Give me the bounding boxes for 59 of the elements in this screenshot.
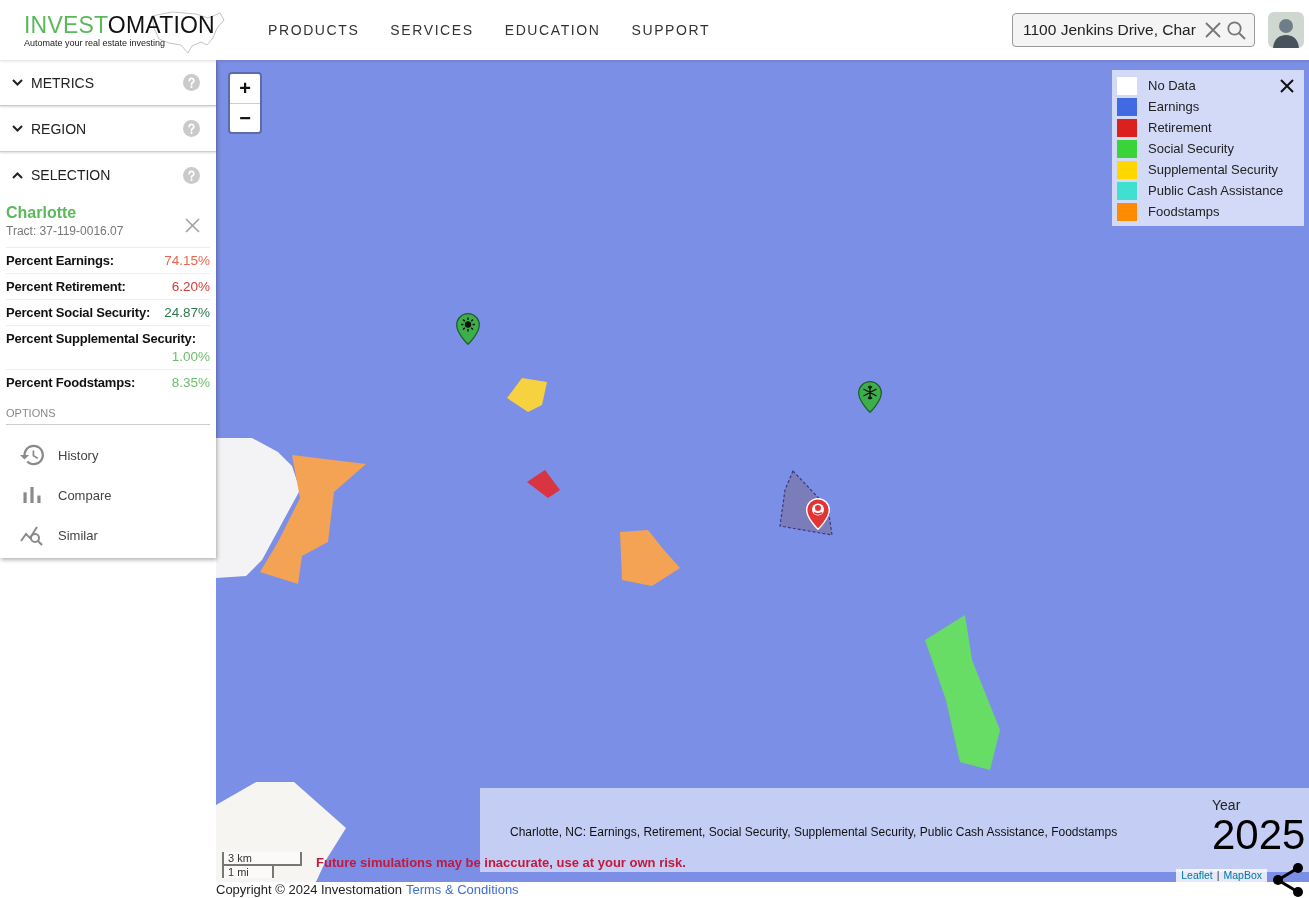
tract-area (527, 470, 560, 498)
logo-tagline: Automate your real estate investing (24, 37, 166, 49)
legend-label: Social Security (1148, 141, 1234, 156)
options-heading: OPTIONS (6, 407, 210, 425)
attribution-link[interactable]: MapBox (1223, 869, 1262, 882)
metric-value: 6.20% (171, 278, 210, 296)
copyright-text: Copyright © 2024 Investomation (216, 882, 402, 898)
metric-label: Percent Foodstamps: (6, 374, 136, 392)
accordion-header[interactable]: METRICS (0, 60, 216, 106)
metric-value: 8.35% (171, 374, 210, 392)
metric-value: 74.15% (164, 252, 210, 270)
logo-wordmark[interactable]: INVESTOMATION (24, 11, 215, 38)
nav-link[interactable]: PRODUCTS (268, 22, 360, 38)
accordion-header[interactable]: SELECTION (0, 152, 216, 198)
scale-bar: 1 mi (222, 864, 274, 878)
metric-label: Percent Social Security: (6, 304, 151, 322)
nav-link[interactable]: SERVICES (390, 22, 474, 38)
nav-link[interactable]: EDUCATION (504, 22, 601, 38)
metric-label: Percent Earnings: (6, 252, 114, 270)
terms-link[interactable]: Terms & Conditions (405, 882, 519, 898)
close-icon[interactable] (1280, 79, 1294, 93)
user-avatar[interactable] (1268, 12, 1304, 48)
metric-label: Percent Retirement: (6, 278, 126, 296)
legend-label: Retirement (1148, 120, 1212, 135)
option-item[interactable]: Similar (0, 515, 216, 555)
legend-label: No Data (1148, 78, 1196, 93)
selection-title: Charlotte (6, 203, 77, 223)
search-input[interactable]: 1100 Jenkins Drive, Char (1023, 21, 1199, 39)
attribution-link[interactable]: Leaflet (1181, 869, 1213, 882)
option-item[interactable]: Compare (0, 475, 216, 515)
metric-value: 24.87% (164, 304, 210, 322)
history-icon (20, 444, 44, 466)
chart-search-icon (20, 524, 44, 546)
clear-icon[interactable] (1205, 22, 1221, 38)
option-item[interactable]: History (0, 435, 216, 475)
legend-label: Public Cash Assistance (1148, 183, 1284, 198)
legend-label: Earnings (1148, 99, 1200, 114)
zoom-in-button[interactable]: + (230, 74, 260, 103)
search-field[interactable]: 1100 Jenkins Drive, Char (1012, 13, 1255, 47)
tract-area (620, 530, 680, 586)
zoom-out-button[interactable]: − (230, 103, 260, 132)
search-icon[interactable] (1227, 20, 1246, 40)
map-pin-icon[interactable] (456, 313, 480, 345)
map-description: Charlotte, NC: Earnings, Retirement, Social Security, Supplemental Security, Public Cash Assistance, Foodstamps (510, 825, 1119, 839)
nav-link[interactable]: SUPPORT (631, 22, 711, 38)
bar-chart-icon (20, 487, 44, 503)
tract-area (507, 378, 547, 412)
year-value: 2025 (1212, 813, 1306, 857)
metric-label: Percent Supplemental Security: (6, 330, 196, 348)
scale-bar: 3 km (222, 852, 302, 866)
share-icon[interactable] (1271, 862, 1305, 898)
legend-label: Foodstamps (1148, 204, 1220, 219)
metric-value: 1.00% (171, 348, 210, 366)
map-pin-icon[interactable] (858, 381, 882, 413)
tract-id: Tract: 37-119-0016.07 (6, 223, 125, 239)
accordion-header[interactable]: REGION (0, 106, 216, 152)
attribution-separator: | (1216, 869, 1220, 882)
year-label: Year (1212, 797, 1241, 813)
legend-label: Supplemental Security (1148, 162, 1279, 177)
